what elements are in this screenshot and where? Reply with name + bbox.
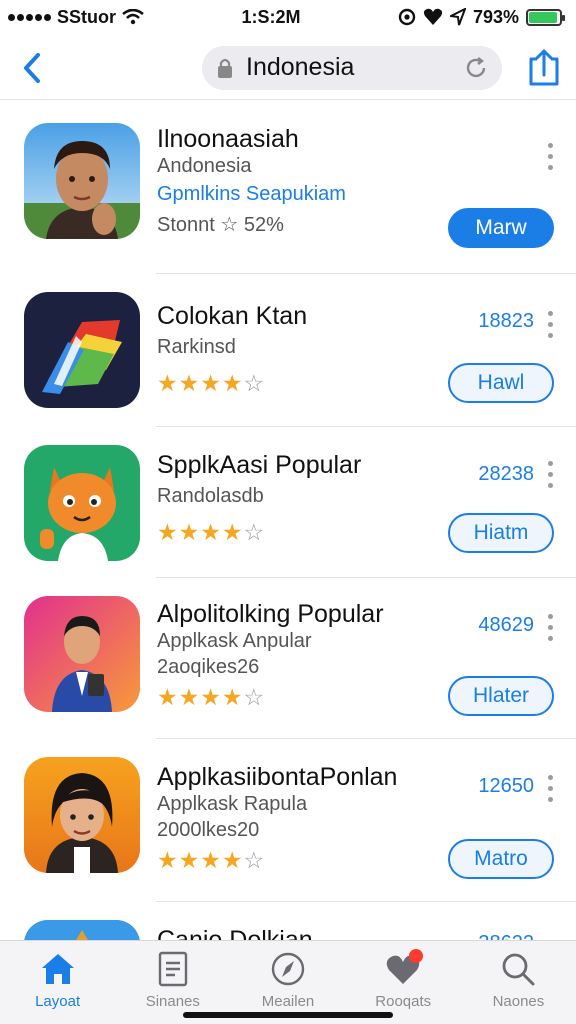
partial-app-icon	[24, 920, 140, 941]
app-meta: 2aoqikes26	[157, 656, 260, 678]
businessman-app-icon	[24, 596, 140, 712]
portrait-icon	[24, 123, 140, 239]
star-rating: ★★★★☆	[157, 684, 266, 710]
home-indicator	[183, 1012, 393, 1018]
more-options-icon[interactable]	[546, 614, 554, 641]
carrier-label: SStuor	[57, 6, 117, 27]
address-bar[interactable]: Indonesia	[202, 45, 502, 90]
app-name: ApplkasiibontaPonlan	[157, 763, 398, 791]
app-icon-avatar	[24, 757, 140, 873]
tab-label: Sinanes	[145, 993, 200, 1010]
app-subtitle: Applkask Anpular	[157, 630, 312, 652]
app-name: Canio Dolkian	[157, 926, 313, 941]
get-button[interactable]: Matro	[448, 839, 554, 879]
list-item[interactable]: Canio Dolkian 38622	[0, 902, 576, 941]
tab-label: Meailen	[261, 993, 315, 1010]
nav-bar: Indonesia	[0, 36, 576, 100]
list-item[interactable]: Alpolitolking Popular Applkask Anpular 2…	[0, 578, 576, 739]
reload-icon[interactable]	[464, 56, 488, 80]
get-button[interactable]: Marw	[448, 208, 554, 248]
more-options-icon[interactable]	[546, 461, 554, 488]
avatar-app-icon	[24, 757, 140, 873]
location-icon	[398, 8, 416, 26]
search-icon	[498, 949, 538, 989]
app-subtitle: Randolasdb	[157, 485, 264, 507]
get-button[interactable]: Hawl	[448, 363, 554, 403]
star-rating: ★★★★☆	[157, 370, 266, 396]
app-meta: 2000lkes20	[157, 819, 260, 841]
list-item[interactable]: Ilnoonaasiah Andonesia Gpmlkins Seapukia…	[0, 101, 576, 274]
rank-number: 18823	[478, 310, 534, 332]
status-bar: SStuor 1:S:2M 793%	[0, 0, 576, 34]
heart-badge-icon	[383, 949, 424, 989]
more-options-icon[interactable]	[546, 311, 554, 338]
app-icon-businessman	[24, 596, 140, 712]
share-icon	[529, 49, 559, 85]
app-list: Ilnoonaasiah Andonesia Gpmlkins Seapukia…	[0, 101, 576, 941]
rank-number: 28238	[478, 463, 534, 485]
flag-app-icon	[24, 292, 140, 408]
app-icon-flag	[24, 292, 140, 408]
more-options-icon[interactable]	[546, 143, 554, 170]
app-icon-cat	[24, 445, 140, 561]
tab-label: Naones	[492, 993, 545, 1010]
navigation-arrow-icon	[449, 8, 466, 26]
cat-app-icon	[24, 445, 140, 561]
tab-search[interactable]: Naones	[461, 941, 576, 1024]
app-icon-partial	[24, 920, 140, 941]
rank-number: 48629	[478, 614, 534, 636]
back-button[interactable]	[12, 48, 52, 88]
get-button[interactable]: Hiatm	[448, 513, 554, 553]
wifi-icon	[122, 9, 144, 25]
star-rating: ★★★★☆	[157, 519, 266, 545]
heart-status-icon	[423, 8, 443, 26]
home-icon	[38, 949, 78, 989]
app-name: Colokan Ktan	[157, 302, 308, 330]
app-meta: Stonnt ☆ 52%	[157, 214, 284, 236]
share-button[interactable]	[524, 48, 564, 88]
app-name: SpplkAasi Popular	[157, 451, 362, 479]
status-left: SStuor	[8, 7, 144, 28]
list-item[interactable]: Colokan Ktan Rarkinsd ★★★★☆ 18823 Hawl	[0, 274, 576, 427]
tab-home[interactable]: Layoat	[0, 941, 115, 1024]
app-subtitle: Applkask Rapula	[157, 793, 308, 815]
compass-icon	[268, 949, 308, 989]
tab-label: Rooqats	[375, 993, 432, 1010]
list-item[interactable]: ApplkasiibontaPonlan Applkask Rapula 200…	[0, 739, 576, 902]
battery-fill	[528, 11, 558, 23]
list-item[interactable]: SpplkAasi Popular Randolasdb ★★★★☆ 28238…	[0, 427, 576, 578]
clock: 1:S:2M	[241, 6, 301, 27]
tab-label: Layoat	[35, 993, 81, 1010]
app-subtitle: Andonesia	[157, 155, 252, 177]
document-icon	[153, 949, 193, 989]
get-button[interactable]: Hlater	[448, 676, 554, 716]
app-icon-portrait	[24, 123, 140, 239]
status-right: 793%	[398, 6, 565, 28]
battery-percent: 793%	[472, 6, 519, 27]
app-tagline: Gpmlkins Seapukiam	[157, 183, 346, 205]
chevron-left-icon	[24, 52, 40, 83]
tab-bar: Layoat Sinanes Meailen Rooqats Naones	[0, 940, 576, 1024]
rank-number: 12650	[478, 775, 534, 797]
star-rating: ★★★★☆	[157, 847, 266, 873]
lock-icon	[218, 58, 232, 78]
more-options-icon[interactable]	[546, 775, 554, 802]
battery-icon	[525, 8, 565, 26]
app-name: Alpolitolking Popular	[157, 600, 384, 628]
app-name: Ilnoonaasiah	[157, 125, 299, 153]
signal-icon	[8, 13, 51, 21]
address-text: Indonesia	[246, 53, 355, 81]
app-subtitle: Rarkinsd	[157, 336, 236, 358]
